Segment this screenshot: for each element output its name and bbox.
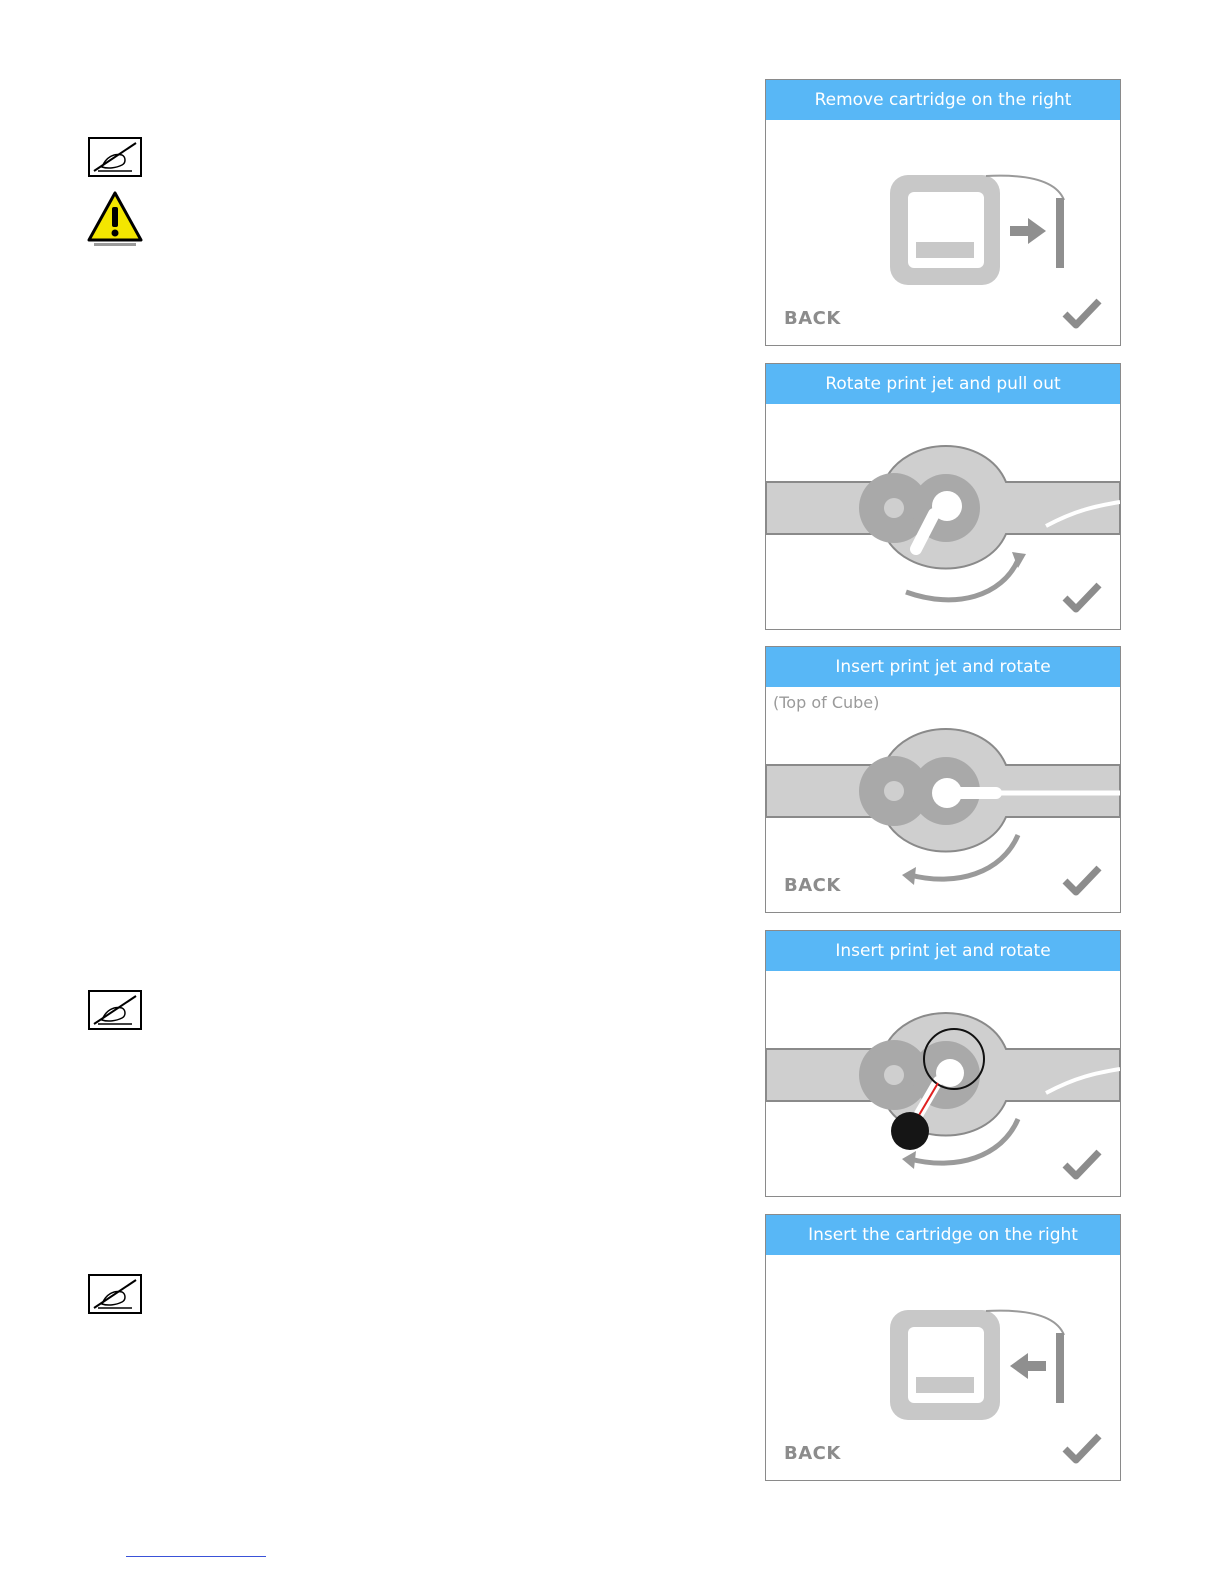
screen-title: Insert the cartridge on the right	[766, 1215, 1120, 1255]
screen-title: Insert print jet and rotate	[766, 647, 1120, 687]
checkmark-icon[interactable]	[1062, 863, 1102, 897]
back-button[interactable]: BACK	[784, 1443, 841, 1464]
footer-link-underline[interactable]	[126, 1556, 266, 1557]
back-button[interactable]: BACK	[784, 308, 841, 329]
note-pencil-icon	[88, 990, 142, 1030]
back-button[interactable]: BACK	[784, 875, 841, 896]
screen-title: Rotate print jet and pull out	[766, 364, 1120, 404]
note-pencil-icon	[88, 1274, 142, 1314]
screen-subnote: (Top of Cube)	[773, 693, 880, 712]
screen-remove-cartridge: Remove cartridge on the right BACK	[765, 79, 1121, 346]
checkmark-icon[interactable]	[1062, 1147, 1102, 1181]
note-pencil-icon	[88, 137, 142, 177]
checkmark-icon[interactable]	[1062, 580, 1102, 614]
checkmark-icon[interactable]	[1062, 296, 1102, 330]
screen-insert-jet-callout: Insert print jet and rotate	[765, 930, 1121, 1197]
screen-insert-cartridge: Insert the cartridge on the right BACK	[765, 1214, 1121, 1481]
warning-triangle-icon	[87, 191, 143, 246]
screen-title: Remove cartridge on the right	[766, 80, 1120, 120]
checkmark-icon[interactable]	[1062, 1431, 1102, 1465]
screen-rotate-jet: Rotate print jet and pull out	[765, 363, 1121, 630]
screen-insert-jet-top: Insert print jet and rotate (Top of Cube…	[765, 646, 1121, 913]
screen-title: Insert print jet and rotate	[766, 931, 1120, 971]
